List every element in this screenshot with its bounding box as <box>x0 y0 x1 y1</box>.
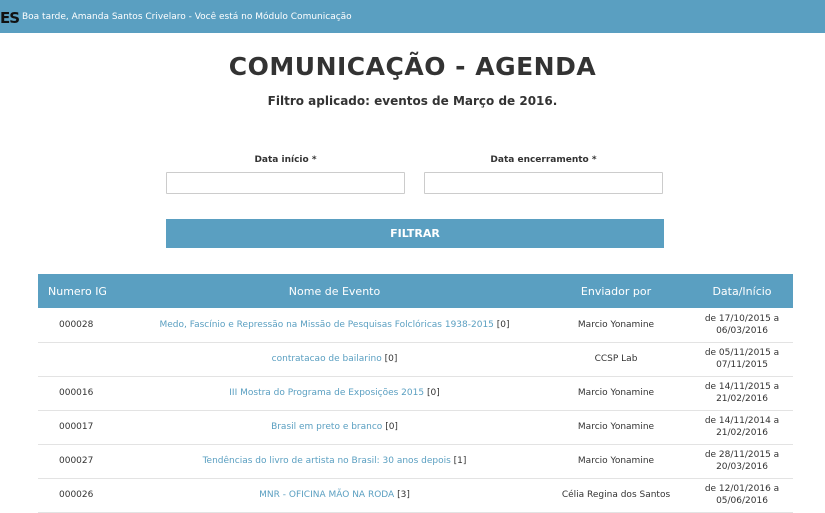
page-title: COMUNICAÇÃO - AGENDA <box>228 52 597 81</box>
event-link[interactable]: Medo, Fascínio e Repressão na Missão de … <box>159 320 493 330</box>
table-row: 000017 Brasil em preto e branco [0] Marc… <box>38 410 793 444</box>
event-name-cell: MNR - OFICINA MÃO NA RODA [3] <box>128 478 541 512</box>
start-date-input[interactable] <box>166 172 405 194</box>
event-date-end: 21/02/2016 <box>716 428 768 438</box>
event-count: [1] <box>453 456 467 466</box>
top-bar: ES Boa tarde, Amanda Santos Crivelaro - … <box>0 0 825 33</box>
event-date: de 14/11/2015 a 21/02/2016 <box>691 376 793 410</box>
table-row: 000016 III Mostra do Programa de Exposiç… <box>38 376 793 410</box>
event-date-end: 07/11/2015 <box>716 360 768 370</box>
event-date: de 05/11/2015 a 07/11/2015 <box>691 342 793 376</box>
event-link[interactable]: MNR - OFICINA MÃO NA RODA <box>259 490 394 500</box>
event-sender: CCSP Lab <box>594 354 638 364</box>
event-date: de 28/11/2015 a 20/03/2016 <box>691 444 793 478</box>
event-id: 000026 <box>59 490 94 500</box>
event-date-end: 06/03/2016 <box>716 325 768 336</box>
event-sender: Marcio Yonamine <box>577 319 655 330</box>
greeting-text: Boa tarde, Amanda Santos Crivelaro - Voc… <box>22 12 352 22</box>
events-table: Numero IG Nome de Evento Enviador por Da… <box>38 274 793 513</box>
event-sender: Marcio Yonamine <box>577 456 655 466</box>
event-sender: Célia Regina dos Santos <box>561 490 671 500</box>
column-header-name[interactable]: Nome de Evento <box>128 274 541 308</box>
event-date-end: 05/06/2016 <box>716 496 768 506</box>
table-row: 000028 Medo, Fascínio e Repressão na Mis… <box>38 308 793 342</box>
column-header-id[interactable]: Numero IG <box>38 274 128 308</box>
event-link[interactable]: contratacao de bailarino <box>272 354 382 364</box>
event-id: 000028 <box>59 319 94 330</box>
table-row: 000026 MNR - OFICINA MÃO NA RODA [3] Cél… <box>38 478 793 512</box>
event-sender: Marcio Yonamine <box>577 388 655 398</box>
event-sender: Marcio Yonamine <box>577 422 655 432</box>
event-date-start: de 14/11/2014 a <box>704 416 780 426</box>
event-date-start: de 14/11/2015 a <box>704 382 780 392</box>
filter-button[interactable]: FILTRAR <box>166 219 664 248</box>
event-name-cell: III Mostra do Programa de Exposições 201… <box>128 376 541 410</box>
event-name-cell: contratacao de bailarino [0] <box>128 342 541 376</box>
event-date-end: 20/03/2016 <box>716 462 768 472</box>
event-link[interactable]: Tendências do livro de artista no Brasil… <box>203 456 451 466</box>
table-row: contratacao de bailarino [0] CCSP Lab de… <box>38 342 793 376</box>
event-date-start: de 05/11/2015 a <box>704 348 780 358</box>
event-name-cell: Tendências do livro de artista no Brasil… <box>128 444 541 478</box>
event-id: 000016 <box>59 388 94 398</box>
event-count: [0] <box>496 319 510 330</box>
end-date-input[interactable] <box>424 172 663 194</box>
start-date-label: Data início * <box>254 155 317 165</box>
event-date-start: de 28/11/2015 a <box>704 450 780 460</box>
event-date-start: de 17/10/2015 a <box>704 313 780 324</box>
end-date-label: Data encerramento * <box>490 155 597 165</box>
event-link[interactable]: Brasil em preto e branco <box>271 422 382 432</box>
event-id: 000017 <box>59 422 94 432</box>
event-date: de 14/11/2014 a 21/02/2016 <box>691 410 793 444</box>
table-row: 000027 Tendências do livro de artista no… <box>38 444 793 478</box>
column-header-date[interactable]: Data/Início <box>691 274 793 308</box>
event-link[interactable]: III Mostra do Programa de Exposições 201… <box>229 388 424 398</box>
event-name-cell: Medo, Fascínio e Repressão na Missão de … <box>128 308 541 342</box>
event-date-start: de 12/01/2016 a <box>704 484 780 494</box>
event-id <box>38 342 128 376</box>
app-logo[interactable]: ES <box>0 9 20 27</box>
column-header-sender[interactable]: Enviador por <box>541 274 691 308</box>
event-date: de 12/01/2016 a 05/06/2016 <box>691 478 793 512</box>
event-id: 000027 <box>59 456 94 466</box>
event-count: [3] <box>397 490 410 500</box>
event-date-end: 21/02/2016 <box>716 394 768 404</box>
event-count: [0] <box>384 354 398 364</box>
filter-summary: Filtro aplicado: eventos de Março de 201… <box>267 94 558 108</box>
event-name-cell: Brasil em preto e branco [0] <box>128 410 541 444</box>
event-count: [0] <box>385 422 398 432</box>
event-count: [0] <box>426 388 440 398</box>
event-date: de 17/10/2015 a 06/03/2016 <box>691 308 793 342</box>
table-header-row: Numero IG Nome de Evento Enviador por Da… <box>38 274 793 308</box>
